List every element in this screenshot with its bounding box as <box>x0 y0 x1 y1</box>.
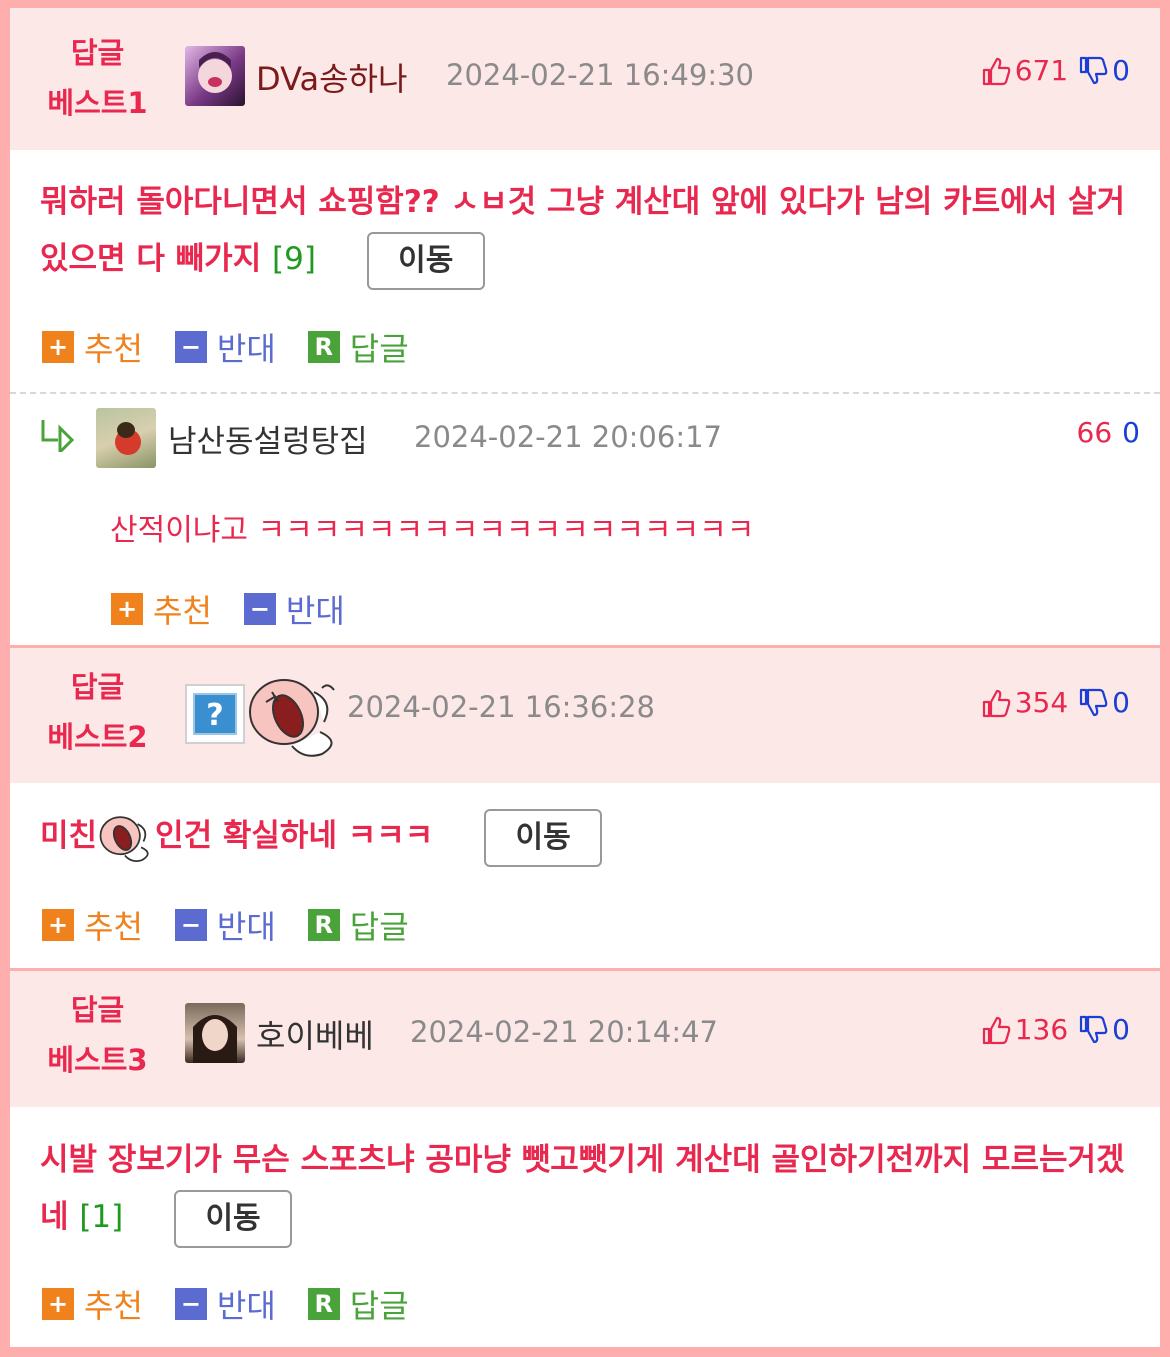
reply-count[interactable]: [9] <box>272 241 316 277</box>
recommend-label: 추천 <box>84 1287 143 1325</box>
avatar[interactable] <box>96 408 156 468</box>
best1-header: 답글 베스트1 DVa송하나 2024-02-21 16:49:30 671 0 <box>10 8 1160 150</box>
oppose-button[interactable]: − 반대 <box>174 324 276 370</box>
reply-label: 답글 <box>349 1287 409 1325</box>
thumbs-up-icon <box>982 57 1011 85</box>
vote-summary: 354 0 <box>981 686 1130 719</box>
reply-arrow-icon <box>41 420 75 452</box>
recommend-label: 추천 <box>84 908 143 946</box>
thumbs-down-icon <box>1080 1015 1108 1043</box>
comment-text-before: 미친 <box>40 818 98 854</box>
up-count: 671 <box>1014 54 1069 87</box>
minus-icon: − <box>174 1288 207 1320</box>
comment-body: 미친 인건 확실하네 ㅋㅋㅋ 이동 <box>40 808 1145 867</box>
down-count: 0 <box>1112 686 1130 719</box>
plus-icon: + <box>42 331 74 363</box>
timestamp: 2024-02-21 20:14:47 <box>410 1015 718 1049</box>
oppose-label: 반대 <box>216 1287 276 1325</box>
avatar[interactable] <box>185 1003 245 1063</box>
question-icon: ? <box>193 693 237 735</box>
reply-icon: R <box>307 331 340 363</box>
comment-text: 뭐하러 돌아다니면서 쇼핑함?? ㅅㅂ것 그냥 계산대 앞에 있다가 남의 카트… <box>40 184 1126 277</box>
comment-actions: + 추천 − 반대 R 답글 <box>42 902 441 948</box>
thumbs-up-icon <box>982 1016 1011 1044</box>
comment-text: 산적이냐고 ㅋㅋㅋㅋㅋㅋㅋㅋㅋㅋㅋㅋㅋㅋㅋㅋㅋㅋ <box>110 513 755 548</box>
best-badge-line2: 베스트2 <box>47 720 148 754</box>
reply-button[interactable]: R 답글 <box>307 1281 409 1327</box>
oppose-button[interactable]: − 반대 <box>174 1281 276 1327</box>
recommend-button[interactable]: + 추천 <box>42 1281 143 1327</box>
minus-icon: − <box>174 331 207 363</box>
down-count: 0 <box>1112 1013 1130 1046</box>
reply-button[interactable]: R 답글 <box>307 324 409 370</box>
thumbs-up-icon <box>982 689 1011 717</box>
recommend-label: 추천 <box>84 330 143 368</box>
minus-icon: − <box>243 593 276 625</box>
recommend-label: 추천 <box>153 592 212 630</box>
best-badge-line1: 답글 <box>70 670 125 704</box>
oppose-label: 반대 <box>216 330 276 368</box>
reply-icon: R <box>307 909 340 941</box>
comment-text-after: 인건 확실하네 ㅋㅋㅋ <box>155 818 434 854</box>
divider <box>10 392 1160 394</box>
move-button[interactable]: 이동 <box>174 1189 293 1248</box>
comment-list: 답글 베스트1 DVa송하나 2024-02-21 16:49:30 671 0… <box>10 8 1160 1347</box>
screaming-emoticon-icon <box>249 679 335 757</box>
avatar-image <box>198 52 232 93</box>
comment-actions: + 추천 − 반대 R 답글 <box>42 324 441 370</box>
thumbs-down-icon <box>1080 56 1108 84</box>
vote-summary: 66 0 <box>1077 416 1140 449</box>
move-button[interactable]: 이동 <box>484 808 603 867</box>
avatar-image <box>193 1015 237 1063</box>
reply-label: 답글 <box>349 330 409 368</box>
screaming-emoticon-icon <box>99 815 149 862</box>
comment-actions: + 추천 − 반대 R 답글 <box>42 1281 441 1327</box>
oppose-button[interactable]: − 반대 <box>243 586 345 632</box>
comment-actions: + 추천 − 반대 <box>111 586 377 632</box>
best-badge: 답글 베스트3 <box>40 985 155 1085</box>
oppose-button[interactable]: − 반대 <box>174 902 276 948</box>
recommend-button[interactable]: + 추천 <box>111 586 212 632</box>
plus-icon: + <box>42 1288 74 1320</box>
plus-icon: + <box>42 909 74 941</box>
oppose-label: 반대 <box>216 908 276 946</box>
nickname[interactable]: DVa송하나 <box>256 54 407 100</box>
timestamp: 2024-02-21 20:06:17 <box>414 420 722 454</box>
best-badge-line2: 베스트1 <box>47 86 148 120</box>
up-count: 354 <box>1014 686 1069 719</box>
avatar-image <box>115 422 141 455</box>
best-badge: 답글 베스트1 <box>40 28 155 128</box>
thumbs-down-icon <box>1080 688 1108 716</box>
comment-body: 뭐하러 돌아다니면서 쇼핑함?? ㅅㅂ것 그냥 계산대 앞에 있다가 남의 카트… <box>40 174 1145 290</box>
reply-button[interactable]: R 답글 <box>307 902 409 948</box>
reply-icon: R <box>307 1288 340 1320</box>
best-badge-line2: 베스트3 <box>47 1043 148 1077</box>
comment-body: 시발 장보기가 무슨 스포츠냐 공마냥 뺏고뺏기게 계산대 골인하기전까지 모르… <box>40 1132 1145 1248</box>
oppose-label: 반대 <box>285 592 345 630</box>
recommend-button[interactable]: + 추천 <box>42 902 143 948</box>
reply-count[interactable]: [1] <box>79 1199 123 1235</box>
best-badge: 답글 베스트2 <box>40 662 155 762</box>
best2-header: 답글 베스트2 ? 2024-02-21 16:36:28 354 0 <box>10 648 1160 783</box>
plus-icon: + <box>111 593 143 625</box>
move-button[interactable]: 이동 <box>366 231 485 290</box>
vote-summary: 671 0 <box>981 54 1130 87</box>
reply-label: 답글 <box>349 908 409 946</box>
timestamp: 2024-02-21 16:49:30 <box>446 58 754 92</box>
vote-summary: 136 0 <box>981 1013 1130 1046</box>
best3-header: 답글 베스트3 호이베베 2024-02-21 20:14:47 136 0 <box>10 971 1160 1107</box>
down-count: 0 <box>1112 54 1130 87</box>
avatar[interactable] <box>185 46 245 106</box>
down-count: 0 <box>1122 416 1140 449</box>
best-badge-line1: 답글 <box>70 993 125 1027</box>
timestamp: 2024-02-21 16:36:28 <box>347 690 655 724</box>
best-badge-line1: 답글 <box>70 36 125 70</box>
minus-icon: − <box>174 909 207 941</box>
avatar[interactable]: ? <box>185 684 245 744</box>
recommend-button[interactable]: + 추천 <box>42 324 143 370</box>
nickname[interactable]: 남산동설렁탕집 <box>168 416 368 461</box>
nickname[interactable]: 호이베베 <box>256 1011 374 1057</box>
up-count: 136 <box>1014 1013 1069 1046</box>
up-count: 66 <box>1076 416 1113 449</box>
